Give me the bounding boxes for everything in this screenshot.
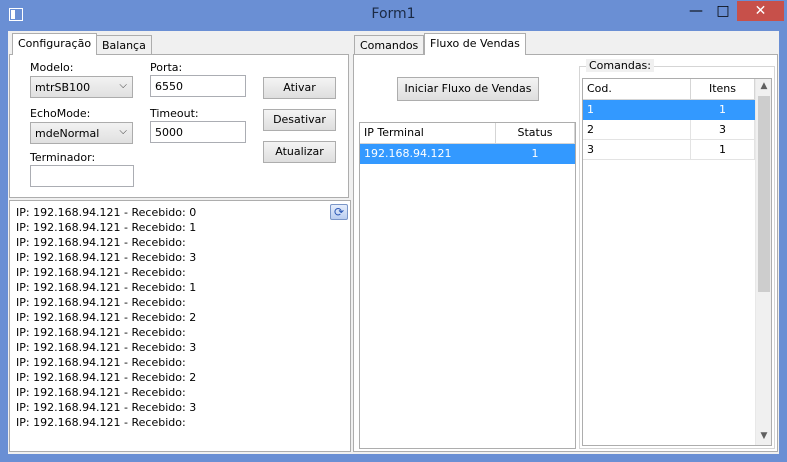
modelo-value: mtrSB100	[35, 81, 91, 94]
log-line: IP: 192.168.94.121 - Recebido:	[16, 236, 186, 249]
header-status[interactable]: Status	[496, 123, 575, 143]
terminal-ip: 192.168.94.121	[360, 144, 496, 164]
table-row[interactable]: 3 1	[583, 140, 755, 160]
modelo-label: Modelo:	[30, 61, 74, 74]
echomode-label: EchoMode:	[30, 107, 91, 120]
fluxo-panel: Iniciar Fluxo de Vendas IP Terminal Stat…	[353, 54, 778, 452]
scroll-down-icon[interactable]: ▼	[756, 431, 772, 441]
log-line: IP: 192.168.94.121 - Recebido: 3	[16, 251, 197, 264]
timeout-input[interactable]: 5000	[150, 121, 246, 143]
window-title: Form1	[371, 6, 416, 22]
table-row[interactable]: 1 1	[583, 100, 755, 120]
timeout-label: Timeout:	[150, 107, 199, 120]
table-row[interactable]: 2 3	[583, 120, 755, 140]
scroll-thumb[interactable]	[758, 96, 770, 292]
modelo-select[interactable]: mtrSB100 ⌵	[30, 76, 133, 98]
log-lines: IP: 192.168.94.121 - Recebido: 0 IP: 192.…	[16, 205, 316, 430]
table-row[interactable]: 192.168.94.121 1	[360, 144, 575, 164]
log-line: IP: 192.168.94.121 - Recebido:	[16, 386, 186, 399]
header-ip-terminal[interactable]: IP Terminal	[360, 123, 496, 143]
porta-label: Porta:	[150, 61, 183, 74]
comandas-title: Comandas:	[586, 59, 654, 72]
chevron-down-icon: ⌵	[119, 80, 127, 91]
comandas-grid: Cod. Itens 1 1 2 3 3 1 ▲ ▼	[582, 78, 772, 446]
title-bar: Form1 — □ ✕	[0, 0, 787, 30]
log-line: IP: 192.168.94.121 - Recebido: 2	[16, 311, 197, 324]
comandas-grid-header: Cod. Itens	[583, 79, 755, 100]
desativar-button[interactable]: Desativar	[263, 109, 336, 131]
log-line: IP: 192.168.94.121 - Recebido: 0	[16, 206, 197, 219]
maximize-button[interactable]: □	[710, 1, 736, 21]
comanda-itens: 1	[691, 100, 755, 120]
tab-fluxo-de-vendas[interactable]: Fluxo de Vendas	[424, 33, 526, 55]
echomode-value: mdeNormal	[35, 127, 100, 140]
atualizar-button[interactable]: Atualizar	[263, 141, 336, 163]
header-cod[interactable]: Cod.	[583, 79, 691, 99]
iniciar-fluxo-button[interactable]: Iniciar Fluxo de Vendas	[397, 77, 539, 101]
terminador-label: Terminador:	[30, 151, 96, 164]
log-line: IP: 192.168.94.121 - Recebido: 1	[16, 221, 197, 234]
config-panel: Modelo: mtrSB100 ⌵ Porta: 6550 Ativar Ec…	[9, 54, 349, 198]
comanda-cod: 3	[583, 140, 691, 160]
close-button[interactable]: ✕	[737, 1, 784, 21]
porta-input[interactable]: 6550	[150, 75, 246, 97]
log-line: IP: 192.168.94.121 - Recebido: 3	[16, 341, 197, 354]
client-area: Configuração Balança Modelo: mtrSB100 ⌵ …	[8, 31, 779, 454]
log-line: IP: 192.168.94.121 - Recebido:	[16, 266, 186, 279]
log-box[interactable]: ⟳ IP: 192.168.94.121 - Recebido: 0 IP: 19…	[9, 200, 351, 452]
echomode-select[interactable]: mdeNormal ⌵	[30, 122, 133, 144]
terminal-grid-header: IP Terminal Status	[360, 123, 575, 144]
comanda-itens: 1	[691, 140, 755, 160]
comandas-scrollbar[interactable]: ▲ ▼	[755, 79, 771, 445]
terminador-input[interactable]	[30, 165, 134, 187]
log-line: IP: 192.168.94.121 - Recebido:	[16, 296, 186, 309]
log-line: IP: 192.168.94.121 - Recebido: 1	[16, 281, 197, 294]
refresh-icon[interactable]: ⟳	[330, 204, 348, 220]
chevron-down-icon: ⌵	[119, 126, 127, 137]
minimize-button[interactable]: —	[683, 1, 709, 21]
header-itens[interactable]: Itens	[691, 79, 755, 99]
tab-configuracao[interactable]: Configuração	[12, 33, 98, 55]
comanda-cod: 1	[583, 100, 691, 120]
log-line: IP: 192.168.94.121 - Recebido:	[16, 416, 186, 429]
ativar-button[interactable]: Ativar	[263, 77, 336, 99]
comanda-itens: 3	[691, 120, 755, 140]
log-line: IP: 192.168.94.121 - Recebido: 2	[16, 371, 197, 384]
terminal-grid: IP Terminal Status 192.168.94.121 1	[359, 122, 576, 449]
comanda-cod: 2	[583, 120, 691, 140]
tab-comandos[interactable]: Comandos	[354, 35, 425, 54]
log-line: IP: 192.168.94.121 - Recebido: 3	[16, 401, 197, 414]
terminal-status: 1	[496, 144, 575, 164]
tab-balanca[interactable]: Balança	[96, 35, 152, 54]
scroll-up-icon[interactable]: ▲	[756, 81, 772, 91]
log-line: IP: 192.168.94.121 - Recebido:	[16, 356, 186, 369]
log-line: IP: 192.168.94.121 - Recebido:	[16, 326, 186, 339]
